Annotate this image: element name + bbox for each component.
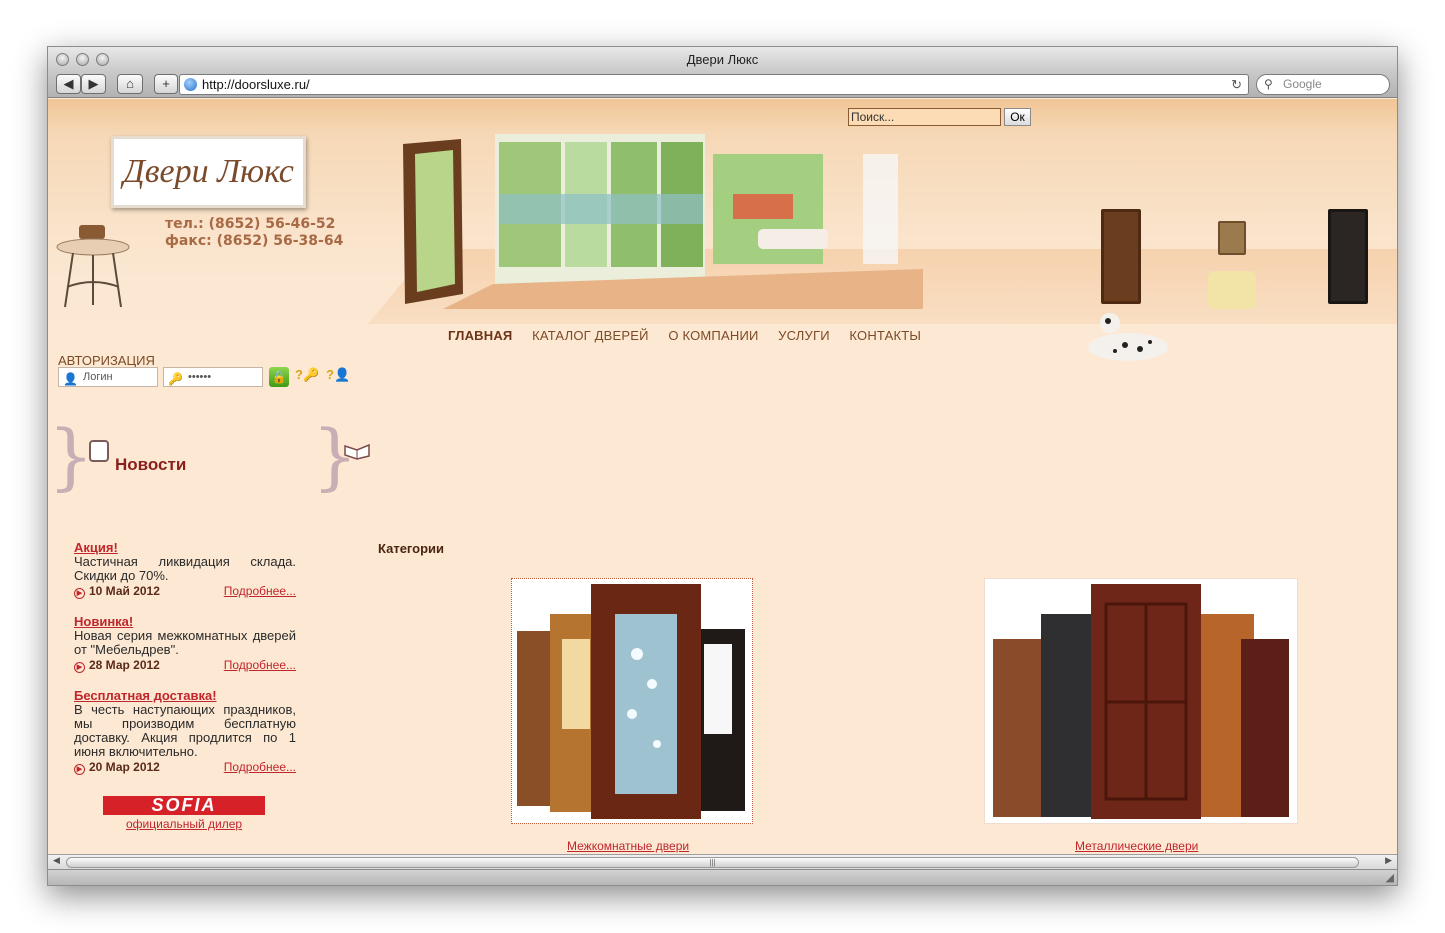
arrow-icon: ▶ (74, 588, 85, 599)
login-placeholder: Логин (83, 371, 113, 383)
arrow-icon: ▶ (74, 764, 85, 775)
plus-icon: + (162, 76, 170, 91)
title-bar: Двери Люкс (48, 47, 1397, 72)
browser-window: Двери Люкс ◀ ▶ ⌂ + http://doorsluxe.ru/ … (47, 46, 1398, 886)
forward-arrow-icon: ▶ (88, 76, 99, 91)
news-item: Новинка! Новая серия межкомнатных дверей… (74, 615, 296, 673)
url-text: http://doorsluxe.ru/ (202, 77, 310, 92)
dealer-caption[interactable]: официальный дилер (126, 817, 242, 831)
interior-scene-illustration (403, 134, 923, 309)
login-field[interactable]: 👤 Логин (58, 367, 158, 387)
interior-doors-image (517, 584, 745, 819)
auth-title: АВТОРИЗАЦИЯ (58, 353, 155, 368)
site-logo[interactable]: Двери Люкс (111, 136, 306, 208)
scroll-left-icon[interactable]: ◀ (53, 855, 60, 866)
login-button[interactable]: 🔒 (269, 367, 289, 387)
nav-item-about[interactable]: О КОМПАНИИ (668, 328, 758, 343)
news-meta: ▶ 10 Май 2012 Подробнее... (74, 584, 296, 599)
tv-icon (89, 440, 109, 462)
news-date: 28 Мар 2012 (89, 658, 160, 672)
scrollbar-thumb[interactable]: ||| (66, 857, 1359, 868)
site-search-input[interactable]: Поиск... (848, 108, 1001, 126)
category-card-metal[interactable] (984, 578, 1298, 824)
news-item: Бесплатная доставка! В честь наступающих… (74, 689, 296, 775)
forward-button[interactable]: ▶ (81, 74, 106, 94)
sofia-logo[interactable]: SOFIA (103, 796, 265, 815)
search-icon: ⚲ (1264, 77, 1273, 91)
contact-phones: тел.: (8652) 56-46-52 факс: (8652) 56-38… (165, 216, 343, 250)
user-icon: 👤 (63, 372, 78, 386)
category-link-interior[interactable]: Межкомнатные двери (567, 839, 689, 853)
news-meta: ▶ 28 Мар 2012 Подробнее... (74, 658, 296, 673)
news-panel: } } Новости Акция! Частичная ликвидация … (48, 414, 371, 842)
minimize-window-button[interactable] (76, 53, 89, 66)
nav-item-catalog[interactable]: КАТАЛОГ ДВЕРЕЙ (532, 328, 649, 343)
category-link-metal[interactable]: Металлические двери (1075, 839, 1198, 853)
home-button[interactable]: ⌂ (117, 74, 143, 94)
google-search-field[interactable]: ⚲ Google (1256, 74, 1390, 95)
lock-icon: 🔒 (271, 370, 287, 384)
armchair-illustration (1208, 271, 1256, 309)
zoom-window-button[interactable] (96, 53, 109, 66)
globe-icon (184, 78, 197, 91)
register-icon[interactable]: ?👤 (326, 367, 350, 383)
read-more-link[interactable]: Подробнее... (224, 658, 296, 672)
wooden-door-illustration (1101, 209, 1141, 304)
picture-frame-illustration (1218, 221, 1246, 255)
news-text: Частичная ликвидация склада. Скидки до 7… (74, 554, 296, 583)
arrow-icon: ▶ (74, 662, 85, 673)
resize-grip-icon[interactable]: ◢ (1386, 871, 1394, 884)
status-bar: ◢ (48, 869, 1397, 885)
back-button[interactable]: ◀ (56, 74, 81, 94)
categories-title: Категории (378, 541, 445, 556)
site-header: Поиск... Ок Двери Люкс тел.: (8652) 56-4… (48, 99, 1397, 368)
site-search-button[interactable]: Ок (1004, 108, 1031, 126)
page-content: Поиск... Ок Двери Люкс тел.: (8652) 56-4… (48, 99, 1397, 854)
news-meta: ▶ 20 Мар 2012 Подробнее... (74, 760, 296, 775)
news-text: Новая серия межкомнатных дверей от "Мебе… (74, 628, 296, 657)
news-text: В честь наступающих праздников, мы произ… (74, 702, 296, 759)
google-placeholder: Google (1283, 77, 1322, 91)
reload-icon[interactable]: ↻ (1231, 75, 1242, 94)
telephone-table-illustration (56, 225, 130, 308)
book-icon (344, 443, 370, 460)
nav-item-services[interactable]: УСЛУГИ (778, 328, 830, 343)
category-card-interior[interactable] (511, 578, 753, 824)
key-icon: 🔑 (168, 372, 183, 386)
forgot-password-icon[interactable]: ?🔑 (295, 367, 319, 383)
close-window-button[interactable] (56, 53, 69, 66)
read-more-link[interactable]: Подробнее... (224, 760, 296, 774)
nav-item-contacts[interactable]: КОНТАКТЫ (849, 328, 921, 343)
back-arrow-icon: ◀ (63, 76, 74, 91)
browser-toolbar: ◀ ▶ ⌂ + http://doorsluxe.ru/ ↻ ⚲ Google (48, 72, 1397, 98)
add-bookmark-button[interactable]: + (154, 74, 178, 94)
phone-number: тел.: (8652) 56-46-52 (165, 216, 336, 232)
dalmatian-dog-illustration (1088, 313, 1168, 361)
nav-item-home[interactable]: ГЛАВНАЯ (448, 328, 512, 343)
news-item: Акция! Частичная ликвидация склада. Скид… (74, 541, 296, 599)
address-bar[interactable]: http://doorsluxe.ru/ ↻ (179, 74, 1249, 95)
metal-doors-image (993, 584, 1289, 819)
window-title: Двери Люкс (686, 52, 759, 67)
home-icon: ⌂ (126, 76, 134, 91)
news-title: Новости (115, 455, 187, 474)
black-door-illustration (1328, 209, 1368, 304)
left-brace-decoration: } (48, 414, 94, 498)
read-more-link[interactable]: Подробнее... (224, 584, 296, 598)
scroll-right-icon[interactable]: ▶ (1385, 855, 1392, 866)
news-date: 20 Мар 2012 (89, 760, 160, 774)
password-value: •••••• (188, 371, 212, 383)
news-date: 10 Май 2012 (89, 584, 160, 598)
news-headline[interactable]: Новинка! (74, 615, 296, 629)
news-headline[interactable]: Акция! (74, 541, 296, 555)
password-field[interactable]: 🔑 •••••• (163, 367, 263, 387)
horizontal-scrollbar[interactable]: ◀ ||| ▶ (48, 854, 1397, 869)
main-nav: ГЛАВНАЯ КАТАЛОГ ДВЕРЕЙ О КОМПАНИИ УСЛУГИ… (448, 328, 937, 343)
news-headline[interactable]: Бесплатная доставка! (74, 689, 296, 703)
site-search-placeholder: Поиск... (851, 110, 895, 124)
fax-number: факс: (8652) 56-38-64 (165, 233, 344, 249)
